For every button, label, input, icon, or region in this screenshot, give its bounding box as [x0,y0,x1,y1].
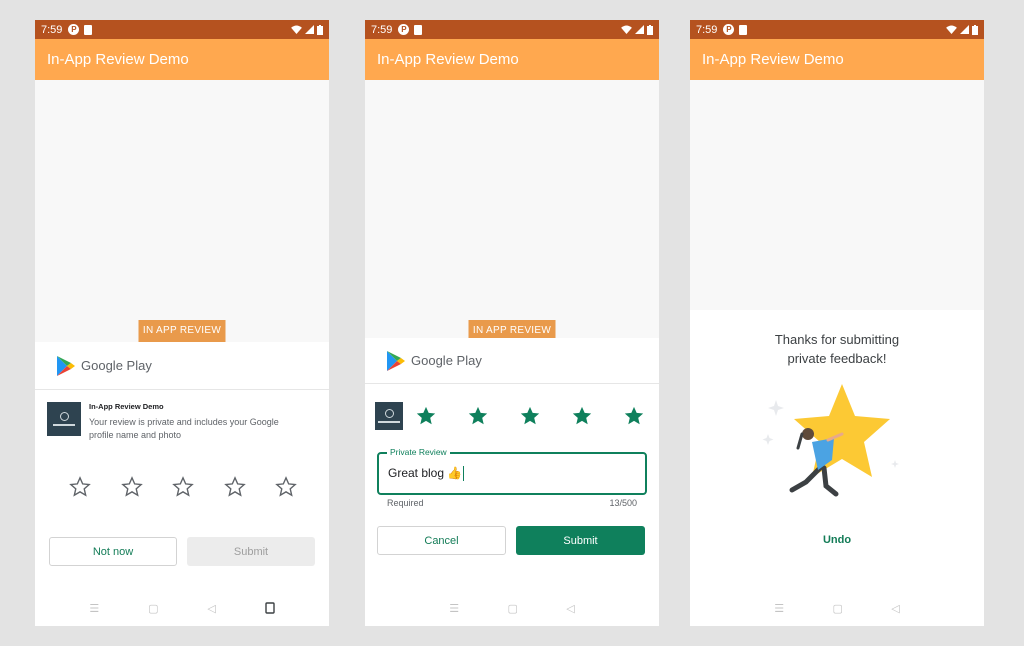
sim-card-icon [739,24,748,35]
back-nav-icon[interactable]: ◁ [891,602,899,615]
signal-icon [305,25,314,34]
private-review-value: Great blog 👍 [388,465,465,482]
phone-screen-review: 7:59 P In-App Review Demo IN APP REVIEW … [365,20,659,626]
app-name: In-App Review Demo [89,402,164,411]
star-outline-icon[interactable] [223,476,246,498]
wifi-icon [291,25,302,34]
app-content: Thanks for submitting private feedback! … [690,80,984,626]
field-helper: Required 13/500 [365,495,659,508]
app-content: IN APP REVIEW Google Play Private Review… [365,80,659,626]
app-logo [375,402,403,430]
status-bar: 7:59 P [690,20,984,39]
battery-icon [972,24,978,35]
google-play-logo-icon [387,350,405,371]
action-buttons: Not now Submit [35,498,329,566]
signal-icon [635,25,644,34]
sim-card-icon [414,24,423,35]
home-nav-icon[interactable]: ▢ [507,602,517,615]
app-bar: In-App Review Demo [690,39,984,80]
star-rating [403,405,645,427]
star-outline-icon[interactable] [69,476,91,498]
parking-icon: P [723,24,735,35]
in-app-review-button[interactable]: IN APP REVIEW [138,320,226,342]
submit-button[interactable]: Submit [516,526,645,555]
star-rating [35,442,329,498]
app-content: IN APP REVIEW Google Play In-App Review … [35,80,329,626]
app-bar-title: In-App Review Demo [377,51,519,68]
text-caret [463,466,465,482]
wifi-icon [946,25,957,34]
status-bar: 7:59 P [35,20,329,39]
char-counter: 13/500 [609,498,637,508]
not-now-button[interactable]: Not now [49,537,177,566]
review-bottom-sheet: Google Play Private Review Great blog 👍 … [365,338,659,626]
star-filled-icon[interactable] [519,405,541,427]
sim-card-icon [84,24,93,35]
back-nav-icon[interactable]: ◁ [566,602,574,615]
review-bottom-sheet: Google Play In-App Review Demo Your revi… [35,342,329,626]
google-play-header: Google Play [35,342,329,390]
nav-bar: ☰ ▢ ◁ [365,590,659,626]
nav-bar: ☰ ▢ ◁ [35,590,329,626]
status-bar: 7:59 P [365,20,659,39]
parking-icon: P [68,24,80,35]
status-time: 7:59 [696,23,718,36]
phone-screen-thanks: 7:59 P In-App Review Demo Thanks for sub… [690,20,984,626]
parking-icon: P [398,24,410,35]
private-review-label: Private Review [387,447,450,457]
star-filled-icon[interactable] [571,405,593,427]
battery-icon [647,24,653,35]
app-bar: In-App Review Demo [365,39,659,80]
home-nav-icon[interactable]: ▢ [832,602,842,615]
app-bar: In-App Review Demo [35,39,329,80]
home-nav-icon[interactable]: ▢ [148,602,158,615]
signal-icon [960,25,969,34]
phone-screen-rating: 7:59 P In-App Review Demo IN APP REVIEW … [35,20,329,626]
thanks-line-2: private feedback! [787,351,887,366]
google-play-logo-icon [57,355,75,376]
star-filled-icon[interactable] [467,405,489,427]
google-play-label: Google Play [411,353,482,368]
google-play-header: Google Play [365,338,659,384]
google-play-label: Google Play [81,358,152,373]
battery-icon [317,24,323,35]
menu-nav-icon[interactable]: ☰ [89,602,99,615]
submit-button-disabled[interactable]: Submit [187,537,315,566]
nav-bar: ☰ ▢ ◁ [690,590,984,626]
menu-nav-icon[interactable]: ☰ [449,602,459,615]
wifi-icon [621,25,632,34]
star-filled-icon[interactable] [415,405,437,427]
rotate-icon[interactable] [264,602,275,614]
app-bar-title: In-App Review Demo [47,51,189,68]
thanks-bottom-sheet: Thanks for submitting private feedback! … [690,310,984,626]
menu-nav-icon[interactable]: ☰ [774,602,784,615]
status-time: 7:59 [371,23,393,36]
thanks-line-1: Thanks for submitting [774,332,900,347]
privacy-note: Your review is private and includes your… [89,417,279,440]
star-outline-icon[interactable] [275,476,297,498]
person-holding-star-illustration-icon [762,384,899,497]
required-text: Required [387,498,424,508]
star-outline-icon[interactable] [172,476,194,498]
cancel-button[interactable]: Cancel [377,526,506,555]
private-review-input[interactable]: Private Review Great blog 👍 [377,447,647,495]
star-outline-icon[interactable] [120,476,143,498]
status-time: 7:59 [41,23,63,36]
rating-row [365,384,659,430]
app-bar-title: In-App Review Demo [702,51,844,68]
app-info: In-App Review Demo Your review is privat… [35,390,329,442]
star-filled-icon[interactable] [623,405,645,427]
thanks-message: Thanks for submitting private feedback! [690,310,984,368]
back-nav-icon[interactable]: ◁ [207,602,215,615]
action-buttons: Cancel Submit [365,508,659,555]
app-logo [47,402,81,436]
undo-button[interactable]: Undo [690,534,984,546]
